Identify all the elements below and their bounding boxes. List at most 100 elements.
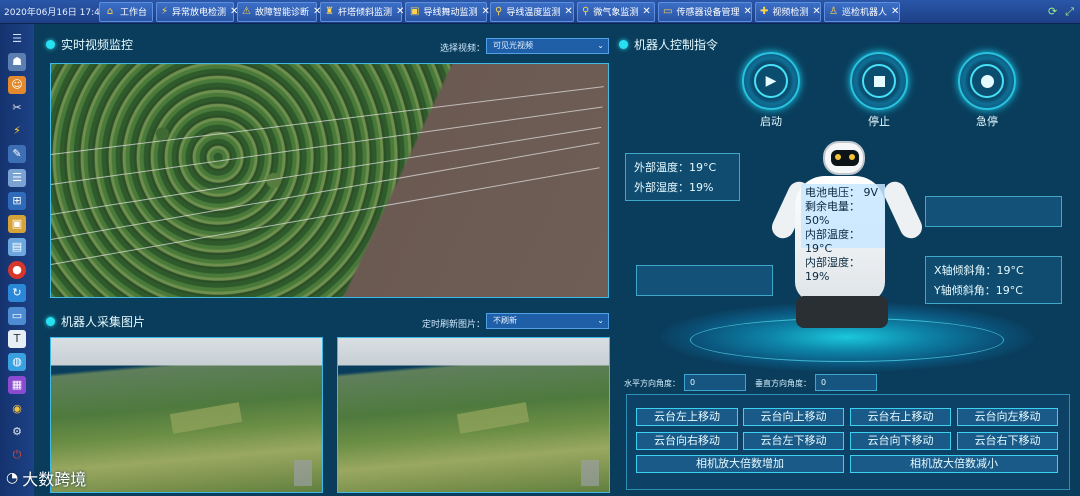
power-line	[50, 142, 600, 240]
warning-icon: ⚠	[242, 5, 251, 17]
document-icon[interactable]: ☰	[8, 168, 26, 187]
tab-workbench[interactable]: ⌂ 工作台	[99, 1, 153, 22]
globe-icon[interactable]: ◍	[8, 353, 26, 372]
tools-icon[interactable]: ✂	[8, 99, 26, 117]
refresh-select[interactable]: 不刷新 ⌄	[486, 313, 609, 329]
tab-video-detection[interactable]: ✚ 视频检测 ✕	[755, 1, 821, 22]
network-icon[interactable]: ⊞	[8, 191, 26, 210]
tab-tower-tilt[interactable]: ♜ 杆塔倾斜监测 ✕	[320, 1, 404, 22]
close-icon[interactable]: ✕	[891, 6, 899, 17]
menu-icon[interactable]: ☰	[8, 30, 26, 48]
chevron-down-icon: ⌄	[597, 316, 604, 325]
close-icon[interactable]: ✕	[812, 6, 820, 17]
y-axis-tilt: Y轴倾斜角：19°C	[934, 284, 1023, 297]
power-line	[50, 106, 603, 185]
emergency-stop-icon	[980, 74, 994, 88]
vertical-angle-label: 垂直方向角度：	[755, 379, 811, 388]
zoom-in-button[interactable]: 相机放大倍数增加	[636, 455, 844, 473]
live-video-feed[interactable]	[50, 63, 609, 298]
grid-icon[interactable]: ▦	[8, 376, 26, 395]
picture-icon[interactable]: ▣	[8, 214, 26, 233]
user-icon[interactable]: ☺	[8, 76, 26, 95]
screen-icon[interactable]: ▭	[8, 307, 26, 326]
tab-abnormal-discharge[interactable]: ⚡ 异常放电检测 ✕	[156, 1, 238, 22]
video-select[interactable]: 可见光视频 ⌄	[486, 38, 609, 54]
farmland	[456, 402, 530, 434]
watermark-logo-icon: ◔	[6, 470, 19, 486]
tab-label: 传感器设备管理	[676, 8, 740, 18]
close-icon[interactable]: ✕	[396, 6, 404, 17]
ptz-down-right-button[interactable]: 云台右下移动	[957, 432, 1058, 450]
power-line	[50, 167, 600, 265]
chevron-down-icon: ⌄	[597, 41, 604, 50]
logout-icon[interactable]: ⏻	[8, 446, 26, 464]
internal-temperature: 内部温度： 19°C	[805, 228, 860, 255]
ptz-down-left-button[interactable]: 云台左下移动	[743, 432, 844, 450]
tab-label: 微气象监测	[593, 8, 639, 18]
close-icon[interactable]: ✕	[481, 6, 489, 17]
blurred-region	[581, 460, 599, 486]
start-label: 启动	[760, 115, 782, 128]
tilt-info-box: X轴倾斜角：19°C Y轴倾斜角：19°C	[925, 256, 1062, 304]
close-icon[interactable]: ✕	[743, 6, 751, 17]
close-icon[interactable]: ✕	[642, 6, 650, 17]
tab-label: 巡检机器人	[841, 8, 887, 18]
external-humidity: 外部湿度：19%	[634, 181, 714, 194]
tab-micro-weather[interactable]: ⚲ 微气象监测 ✕	[577, 1, 655, 22]
ptz-up-left-button[interactable]: 云台左上移动	[636, 408, 738, 426]
tab-fault-diagnosis[interactable]: ⚠ 故障智能诊断 ✕	[237, 1, 321, 22]
refresh-icon[interactable]: ⟳	[1048, 5, 1057, 19]
empty-info-box	[925, 196, 1062, 227]
ptz-left-button[interactable]: 云台向左移动	[957, 408, 1058, 426]
start-button[interactable]: ▶	[742, 52, 800, 110]
robot-head	[823, 141, 865, 175]
zoom-out-button[interactable]: 相机放大倍数减小	[850, 455, 1058, 473]
edit-icon[interactable]: ✎	[8, 145, 26, 164]
robot-face	[831, 150, 859, 166]
ptz-up-right-button[interactable]: 云台右上移动	[850, 408, 951, 426]
blurred-region	[294, 460, 312, 486]
eye-icon[interactable]: ◉	[8, 400, 26, 418]
lightning-icon[interactable]: ⚡	[8, 122, 26, 140]
tab-label: 工作台	[120, 8, 148, 18]
left-sidebar: ☰ ☗ ☺ ✂ ⚡ ✎ ☰ ⊞ ▣ ▤ ● ↻ ▭ T ◍ ▦ ◉ ⚙ ⏻	[0, 24, 34, 496]
tab-inspection-robot[interactable]: ♙ 巡检机器人 ✕	[824, 1, 900, 22]
robot-base	[796, 296, 888, 328]
farmland	[169, 402, 243, 434]
stop-button[interactable]	[850, 52, 908, 110]
tab-label: 杆塔倾斜监测	[337, 8, 392, 18]
fullscreen-icon[interactable]: ⤢	[1065, 5, 1074, 19]
close-icon[interactable]: ✕	[564, 6, 572, 17]
external-temperature: 外部温度：19°C	[634, 161, 717, 174]
puzzle-icon: ✚	[760, 5, 769, 17]
vertical-angle-input[interactable]: 0	[815, 374, 877, 391]
tab-sensor-management[interactable]: ▭ 传感器设备管理 ✕	[658, 1, 752, 22]
bullet-dot-icon	[46, 317, 55, 326]
captured-photo-1[interactable]	[50, 337, 323, 493]
text-icon[interactable]: T	[8, 330, 26, 349]
home-icon: ⌂	[106, 5, 114, 17]
emergency-stop-label: 急停	[976, 115, 998, 128]
refresh-select-label: 定时刷新图片：	[422, 320, 486, 330]
captured-photo-2[interactable]	[337, 337, 610, 493]
user-group-icon[interactable]: ☗	[8, 53, 26, 72]
ptz-up-button[interactable]: 云台向上移动	[743, 408, 844, 426]
tab-label: 导线舞动监测	[423, 8, 478, 18]
magnifier-icon: ⚲	[582, 5, 590, 17]
gear-icon[interactable]: ⚙	[8, 423, 26, 441]
tab-label: 故障智能诊断	[254, 8, 309, 18]
stop-label: 停止	[868, 115, 890, 128]
datetime: 2020年06月16日 17:46:23	[4, 8, 121, 18]
emergency-stop-button[interactable]	[958, 52, 1016, 110]
tab-wire-galloping[interactable]: ▣ 导线舞动监测 ✕	[405, 1, 490, 22]
video-panel-title: 实时视频监控	[46, 36, 133, 53]
folder-icon[interactable]: ▤	[8, 237, 26, 256]
horizontal-angle-input[interactable]: 0	[684, 374, 746, 391]
monitor-icon: ▭	[663, 5, 673, 17]
refresh-icon[interactable]: ↻	[8, 284, 26, 303]
tower-icon: ♜	[325, 5, 334, 17]
ptz-right-button[interactable]: 云台向右移动	[636, 432, 738, 450]
ptz-down-button[interactable]: 云台向下移动	[850, 432, 951, 450]
stop-sign-icon[interactable]: ●	[8, 260, 26, 279]
tab-wire-temperature[interactable]: ⚲ 导线温度监测 ✕	[490, 1, 574, 22]
